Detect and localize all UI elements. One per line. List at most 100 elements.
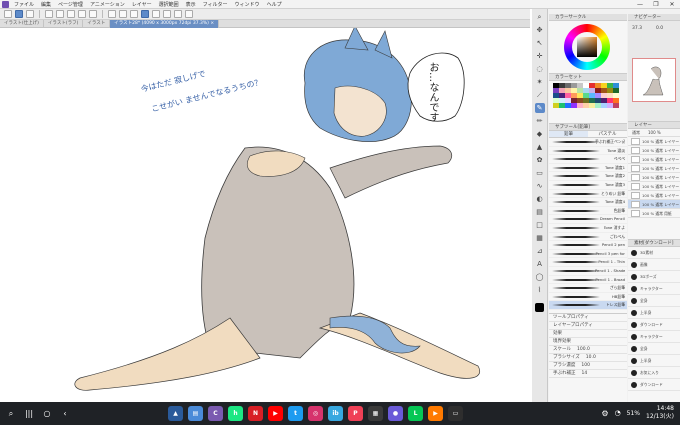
desktop-app-icon[interactable]: ▭ [448,406,463,421]
brush-item[interactable]: HB鉛筆 [549,293,627,302]
eraser-tool-icon[interactable]: ▭ [535,168,545,178]
brush-item[interactable]: Tone 濃度3 [549,181,627,190]
eyedropper-tool-icon[interactable]: ⟋ [535,90,545,100]
brush-tool-button[interactable] [15,10,23,18]
material-item[interactable]: 上半身 [628,355,680,367]
blend-mode-select[interactable]: 通常 [632,129,640,136]
brush-tool-icon[interactable]: ◆ [535,129,545,139]
angle-value[interactable]: 0.0 [656,26,663,31]
brush-item[interactable]: Pencil 2 pen [549,241,627,250]
text-tool-icon[interactable]: A [535,259,545,269]
tool-property-row[interactable]: ブラシ濃度 100 [549,362,627,370]
tool-property-row[interactable]: スケール 100.0 [549,346,627,354]
material-item[interactable]: 画像 [628,259,680,271]
close-button[interactable]: ✕ [664,0,680,9]
tab-pastel[interactable]: パステル [588,131,627,137]
new-file-button[interactable] [45,10,53,18]
store-app-icon[interactable]: ▶ [428,406,443,421]
layer-row[interactable]: 100 % 通常 レイヤー 2 [628,146,680,155]
youtube-app-icon[interactable]: ▶ [268,406,283,421]
search-icon[interactable]: ⌕ [4,407,18,421]
saturation-square[interactable] [577,37,597,57]
tool-property-row[interactable]: 手ぶれ補正 14 [549,370,627,378]
layer-row[interactable]: 100 % 通常 レイヤー 7 [628,191,680,200]
ruler-button[interactable] [152,10,160,18]
brush-item[interactable]: Tone 濃淡 [549,147,627,156]
tool-property-row[interactable]: 境界効果 [549,338,627,346]
calendar-app-icon[interactable]: ▤ [188,406,203,421]
brush-item[interactable]: ぺぺぺ [549,155,627,164]
tab-doc-active[interactable]: イラスト28* (4090 x 3000px 72dpi 37.3%) × [110,20,220,28]
brush-item[interactable]: Tone 濃度4 [549,198,627,207]
twitter-app-icon[interactable]: t [288,406,303,421]
gradient-tool-icon[interactable]: ▤ [535,207,545,217]
navigator-preview[interactable] [632,58,676,102]
brush-item[interactable]: 手ぶれ補正ペン(改) [549,138,627,147]
material-item[interactable]: 全身 [628,343,680,355]
select-all-button[interactable] [130,10,138,18]
material-item[interactable]: お気に入り [628,367,680,379]
brush-item[interactable]: Pencil 1 - Shaded [549,267,627,276]
frame-tool-icon[interactable]: ▦ [535,233,545,243]
layer-row[interactable]: 100 % 通常 レイヤー 4 [628,164,680,173]
zoom-value[interactable]: 37.3 [632,26,642,31]
tab-doc-2[interactable]: イラスト(ラフ) [44,20,84,28]
brush-item[interactable]: Tone 消すよ [549,224,627,233]
tab-doc-1[interactable]: イラスト(仕上げ) [0,20,44,28]
pencil-tool-icon[interactable]: ✏ [535,116,545,126]
material-item[interactable]: ダウンロード [628,379,680,391]
brush-item[interactable]: Tone 濃度2 [549,172,627,181]
ibis-app-icon[interactable]: ib [328,406,343,421]
menu-window[interactable]: ウィンドウ [235,1,260,8]
move-tool-icon[interactable]: ✥ [535,25,545,35]
menu-layer[interactable]: レイヤー [132,1,152,8]
selection-tool-icon[interactable]: ◌ [535,64,545,74]
ruler-tool-icon[interactable]: ⊿ [535,246,545,256]
menu-animation[interactable]: アニメーション [90,1,125,8]
airbrush-tool-icon[interactable]: ▲ [535,142,545,152]
fill-tool-icon[interactable]: ◐ [535,194,545,204]
layer-row[interactable]: 100 % 通常 レイヤー 1 [628,137,680,146]
drawing-canvas[interactable]: 今はただ 寂しげで こせがい ませんでなるうちの？ お…なんです [0,25,530,402]
clear-button[interactable] [108,10,116,18]
balloon-tool-icon[interactable]: ◯ [535,272,545,282]
home-icon[interactable]: ○ [40,407,54,421]
mail-app-icon[interactable]: ● [388,406,403,421]
grid-button[interactable] [163,10,171,18]
transform-button[interactable] [119,10,127,18]
brush-item[interactable]: Tone 濃度1 [549,164,627,173]
brush-item[interactable]: ごわぺん [549,233,627,242]
material-item[interactable]: キャラクター [628,331,680,343]
tool-property-row[interactable]: 効果 [549,330,627,338]
flip-button[interactable] [174,10,182,18]
brush-item[interactable]: Pencil 1 - Thin [549,258,627,267]
material-item[interactable]: キャラクター [628,283,680,295]
menu-selection[interactable]: 選択範囲 [159,1,179,8]
open-file-button[interactable] [56,10,64,18]
layer-row[interactable]: 100 % 通常 用紙 [628,209,680,218]
material-item[interactable]: ダウンロード [628,319,680,331]
pocket-app-icon[interactable]: P [348,406,363,421]
netflix-app-icon[interactable]: N [248,406,263,421]
recent-apps-icon[interactable]: ||| [22,407,36,421]
menu-file[interactable]: ファイル [14,1,34,8]
redo-button[interactable] [89,10,97,18]
grid-app-app-icon[interactable]: ▦ [368,406,383,421]
line-app-icon[interactable]: L [408,406,423,421]
menu-help[interactable]: ヘルプ [267,1,282,8]
figure-tool-icon[interactable]: □ [535,220,545,230]
menu-filter[interactable]: フィルター [203,1,228,8]
tool-property-row[interactable]: ツールプロパティ [549,314,627,322]
move-layer-tool-icon[interactable]: ✛ [535,51,545,61]
color-wheel[interactable] [564,24,610,70]
decoration-tool-icon[interactable]: ✿ [535,155,545,165]
main-color-swatch[interactable] [535,303,544,312]
opacity-value[interactable]: 100 % [648,129,661,136]
layer-row[interactable]: 100 % 通常 レイヤー 6 [628,182,680,191]
material-item[interactable]: 3Dポーズ [628,271,680,283]
undo-button[interactable] [78,10,86,18]
menu-edit[interactable]: 編集 [41,1,51,8]
auto-select-tool-icon[interactable]: ✶ [535,77,545,87]
tool-property-row[interactable]: ブラシサイズ 10.0 [549,354,627,362]
tool-property-row[interactable]: レイヤープロパティ [549,322,627,330]
